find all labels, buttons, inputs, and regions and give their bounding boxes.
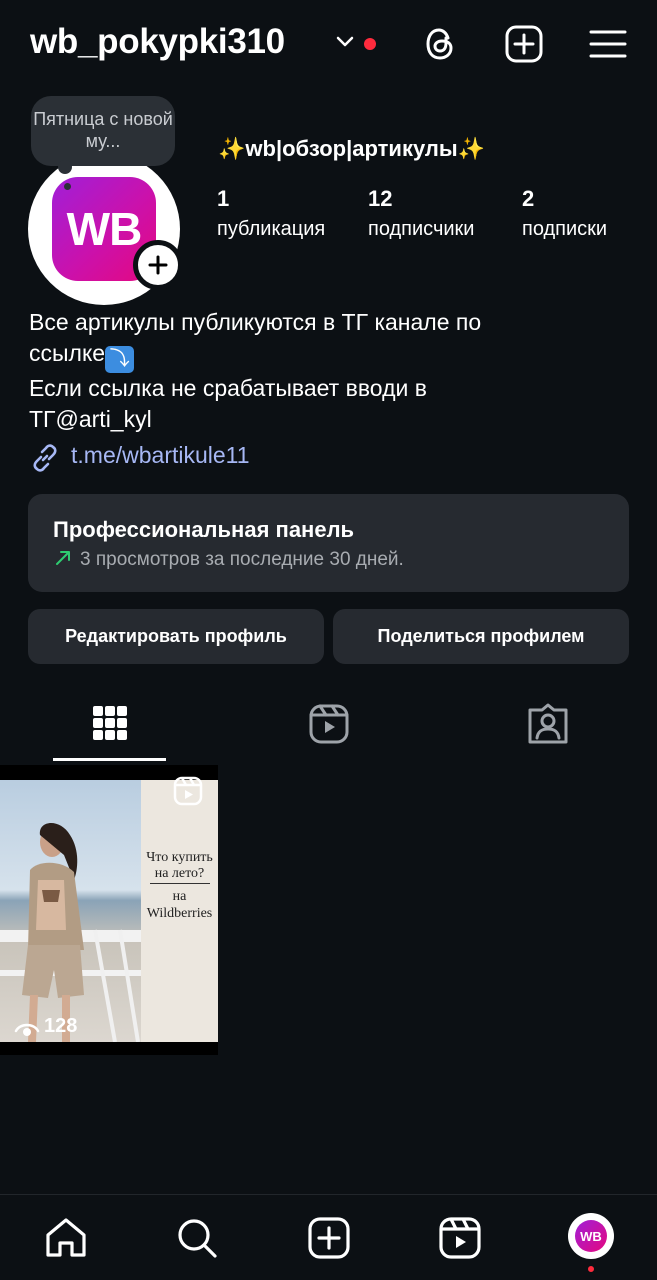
profile-note[interactable]: Пятница с новой му... — [31, 96, 175, 166]
wb-logo-mini: WB — [575, 1220, 607, 1252]
edit-profile-button[interactable]: Редактировать профиль — [28, 609, 324, 664]
bio-line: ссылке ⤵ — [29, 338, 629, 373]
reels-icon[interactable] — [304, 700, 354, 750]
professional-dashboard[interactable]: Профессиональная панель 3 просмотров за … — [28, 494, 629, 592]
threads-icon[interactable] — [420, 24, 460, 64]
stat-posts-value: 1 — [217, 186, 230, 211]
stat-following-label: подписки — [522, 218, 608, 240]
views-icon — [14, 1023, 40, 1036]
bio-line: ТГ@arti_kyl — [29, 406, 152, 432]
note-tail — [58, 160, 72, 174]
link-text: t.me/wbartikule11 — [71, 442, 250, 468]
profile-username[interactable]: wb_pokypki310 — [30, 22, 285, 62]
pro-panel-subtitle: 3 просмотров за последние 30 дней. — [80, 549, 404, 570]
reel-badge-icon — [172, 775, 204, 812]
stat-followers-value: 12 — [368, 186, 393, 211]
profile-bio: Все артикулы публикуются в ТГ канале по … — [29, 307, 629, 435]
profile-tab-dot — [588, 1266, 594, 1272]
stat-followers[interactable]: 12 подписчики — [368, 186, 474, 241]
stat-posts[interactable]: 1 публикация — [217, 186, 325, 241]
chevron-down-icon[interactable] — [334, 34, 356, 55]
home-icon[interactable] — [43, 1215, 89, 1261]
share-profile-button[interactable]: Поделиться профилем — [333, 609, 629, 664]
reels-nav-icon[interactable] — [437, 1215, 483, 1261]
arrow-down-emoji-icon: ⤵ — [105, 346, 135, 373]
pro-panel-title: Профессиональная панель — [53, 517, 355, 542]
post-card: Что купить на лето? на Wildberries — [141, 780, 218, 1042]
stat-followers-label: подписчики — [368, 218, 475, 240]
bio-line: Если ссылка не срабатывает вводи в — [29, 375, 427, 401]
link-icon — [33, 444, 57, 472]
add-story-button[interactable] — [133, 240, 183, 290]
create-icon[interactable] — [306, 1215, 352, 1261]
notification-dot — [364, 38, 376, 50]
tagged-icon[interactable] — [523, 700, 573, 750]
menu-icon[interactable] — [588, 24, 628, 64]
stat-following[interactable]: 2 подписки — [522, 186, 607, 241]
stat-following-value: 2 — [522, 186, 535, 211]
display-name: ✨wb|обзор|артикулы✨ — [218, 136, 486, 161]
post-divider — [150, 883, 210, 884]
note-tail-small — [64, 183, 71, 190]
search-icon[interactable] — [174, 1215, 220, 1261]
post-photo — [0, 780, 141, 1042]
bottom-navigation: WB — [0, 1194, 657, 1280]
top-bar: wb_pokypki310 — [0, 0, 657, 92]
bio-line: Все артикулы публикуются в ТГ канале по — [29, 309, 482, 335]
profile-tab-avatar[interactable]: WB — [568, 1213, 614, 1259]
create-post-icon[interactable] — [504, 24, 544, 64]
stat-posts-label: публикация — [217, 218, 326, 240]
trend-up-icon — [56, 551, 70, 565]
post-title: Что купить на лето? — [146, 850, 213, 881]
note-text: Пятница с новой му... — [33, 109, 173, 151]
post-subtitle: на Wildberries — [146, 889, 213, 921]
active-tab-indicator — [53, 758, 166, 761]
post-views-count: 128 — [44, 1015, 78, 1037]
grid-icon[interactable] — [85, 700, 135, 750]
